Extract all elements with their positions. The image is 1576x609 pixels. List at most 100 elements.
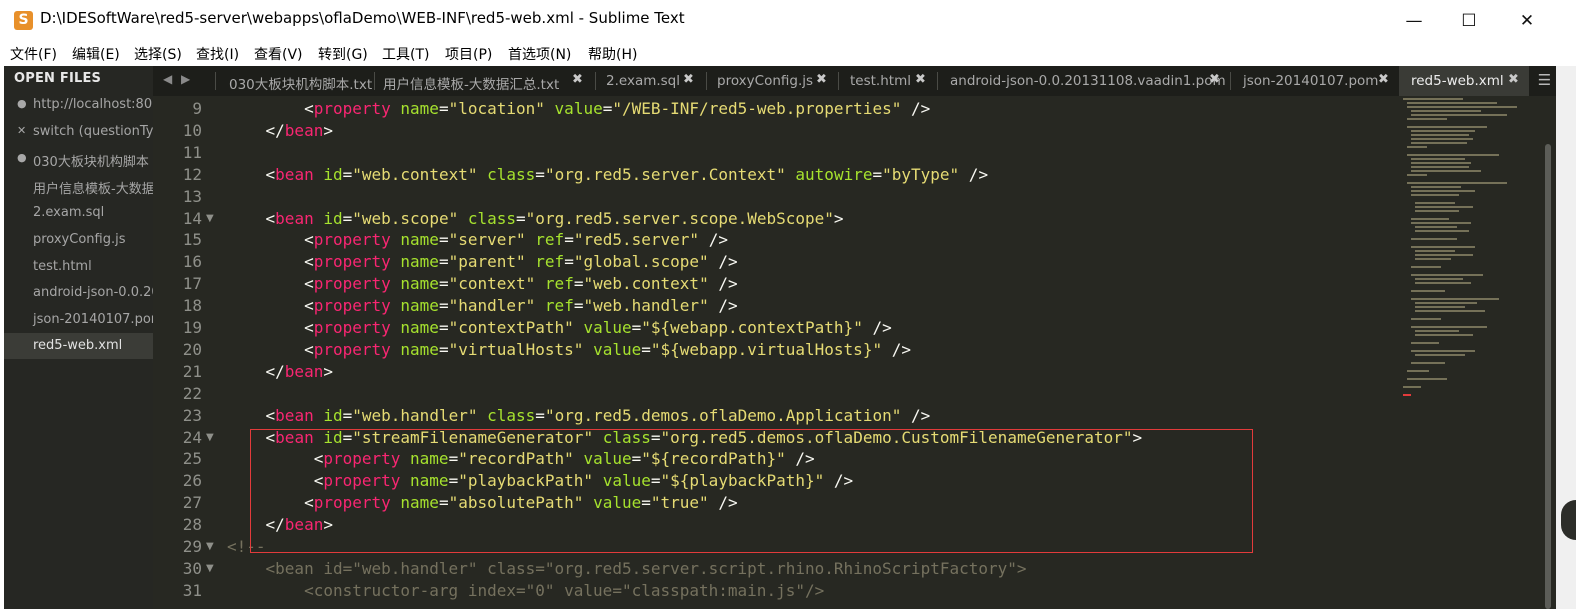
fold-arrow-icon[interactable]: ▼ [206,432,214,443]
menu-edit[interactable]: 编辑(E) [72,44,120,64]
tab-file[interactable]: test.html ✖ [838,66,937,96]
tab-file[interactable]: 2.exam.sql ✖ [595,66,706,96]
code-token: property [313,99,391,118]
sidebar-file-item[interactable]: ● 030大板块机构脚本 [4,146,153,172]
code-token: = [641,339,651,359]
sidebar-file-item[interactable]: ✕ switch (questionType [4,119,153,145]
code-line[interactable]: <property name="virtualHosts" value="${w… [227,340,911,359]
line-number: 19 [182,318,202,337]
tab-close-icon[interactable]: ✖ [1378,72,1389,87]
menu-tools[interactable]: 工具(T) [382,44,429,64]
code-line[interactable]: <bean id="web.handler" class="org.red5.s… [227,559,1027,578]
close-button[interactable]: ✕ [1498,4,1556,38]
code-line[interactable]: <property name="context" ref="web.contex… [227,274,738,293]
tab-file[interactable]: android-json-0.0.20131108.vaadin1.pom ✖ [937,66,1230,96]
tab-close-icon[interactable]: ✖ [683,72,694,87]
tab-divider [1230,72,1231,90]
fold-arrow-icon[interactable]: ▼ [206,563,214,574]
floating-widget[interactable] [1561,500,1576,540]
tab-list-menu-icon[interactable]: ☰ [1533,66,1556,96]
code-line[interactable]: <property name="contextPath" value="${we… [227,318,892,337]
maximize-button[interactable]: ☐ [1440,4,1498,38]
code-line[interactable]: <bean id="web.context" class="org.red5.s… [227,164,989,184]
tab-close-icon[interactable]: ✖ [1508,72,1519,87]
code-line[interactable]: <property name="recordPath" value="${rec… [227,449,815,468]
tab-file[interactable]: json-20140107.pom ✖ [1230,66,1399,96]
code-token: bean [275,405,314,425]
scrollbar-thumb[interactable] [1545,144,1551,609]
code-token: "${playbackPath}" [660,471,825,491]
sidebar-file-item[interactable]: 2.exam.sql [4,200,153,226]
sidebar-file-item[interactable]: 用户信息模板-大数据 [4,173,153,199]
code-token: < [227,449,324,469]
code-token: "/WEB-INF/red5-web.properties" [612,99,902,118]
sidebar-file-item[interactable]: proxyConfig.js [4,227,153,253]
tab-file[interactable]: 030大板块机构脚本.txt [215,66,374,96]
code-token: "red5.server" [573,230,700,250]
line-number: 9 [192,99,202,118]
tab-close-icon[interactable]: ✖ [816,72,827,87]
tab-close-icon[interactable]: ✖ [572,72,583,87]
menu-project[interactable]: 项目(P) [445,44,492,64]
menu-selection[interactable]: 选择(S) [134,44,182,64]
code-token: property [313,493,391,513]
menu-file[interactable]: 文件(F) [10,44,57,64]
code-line[interactable]: <property name="absolutePath" value="tru… [227,493,738,512]
code-token: "${recordPath}" [641,449,786,469]
fold-arrow-icon[interactable]: ▼ [206,213,214,224]
line-number: 15 [182,230,202,250]
code-line[interactable]: <property name="handler" ref="web.handle… [227,296,738,315]
sidebar-file-item[interactable]: android-json-0.0.20 [4,280,153,306]
code-line[interactable]: <property name="playbackPath" value="${p… [227,471,854,491]
code-token: "global.scope" [573,252,709,272]
code-line[interactable]: <bean id="web.scope" class="org.red5.ser… [227,209,844,228]
line-number: 20 [182,339,202,359]
tab-file[interactable]: proxyConfig.js ✖ [706,66,838,96]
code-line[interactable]: <property name="location" value="/WEB-IN… [227,99,930,118]
tab-scroll-left-icon[interactable]: ◀ [163,72,172,86]
sidebar-file-label: switch (questionType [33,124,153,139]
tab-close-icon[interactable]: ✖ [915,72,926,87]
menu-view[interactable]: 查看(V) [254,44,303,64]
code-line[interactable]: </bean> [227,121,333,140]
fold-arrow-icon[interactable]: ▼ [206,541,214,552]
code-line[interactable]: <property name="server" ref="red5.server… [227,230,728,249]
code-line[interactable]: </bean> [227,362,333,381]
code-line[interactable]: <constructor-arg index="0" value="classp… [227,581,824,600]
tab-file[interactable]: 用户信息模板-大数据汇总.txt ✖ [374,66,595,96]
code-line[interactable]: <property name="parent" ref="global.scop… [227,252,738,271]
menu-preferences[interactable]: 首选项(N) [508,44,571,64]
code-token: "${webapp.contextPath}" [641,318,863,337]
minimize-button[interactable]: — [1385,4,1443,38]
code-token: class [487,405,536,425]
code-line[interactable]: <bean id="streamFilenameGenerator" class… [227,428,1143,447]
menu-goto[interactable]: 转到(G) [318,44,368,64]
vertical-scrollbar[interactable] [1541,96,1556,609]
menu-find[interactable]: 查找(I) [196,44,239,64]
menu-help[interactable]: 帮助(H) [588,44,637,64]
unsaved-dot-icon: ● [17,97,27,110]
code-token: < [227,274,314,294]
code-line[interactable]: <bean id="web.handler" class="org.red5.d… [227,405,931,425]
sidebar-file-item[interactable]: json-20140107.pom [4,307,153,333]
close-file-icon[interactable]: ✕ [17,124,26,137]
tab-scroll-right-icon[interactable]: ▶ [181,72,190,86]
code-editor[interactable]: 9 10 11 12 13 14 ▼ 15 16 17 18 19 20 21 22 23 24 ▼ 25 26 27 2… [153,96,1556,609]
sidebar-file-item[interactable]: test.html [4,254,153,280]
minimap[interactable] [1399,96,1533,609]
code-token: = [342,164,353,184]
code-token: </ [227,120,285,140]
code-line[interactable]: <!-- [227,537,266,556]
tab-file-active[interactable]: red5-web.xml ✖ [1399,66,1529,96]
code-line[interactable]: </bean> [227,515,333,534]
code-token: "byType" [882,164,960,184]
sidebar-file-item[interactable]: ● http://localhost:8077 [4,92,153,118]
sidebar-file-item-active[interactable]: red5-web.xml [4,333,153,359]
code-token: name [400,252,439,272]
tab-close-icon[interactable]: ✖ [1209,72,1220,87]
